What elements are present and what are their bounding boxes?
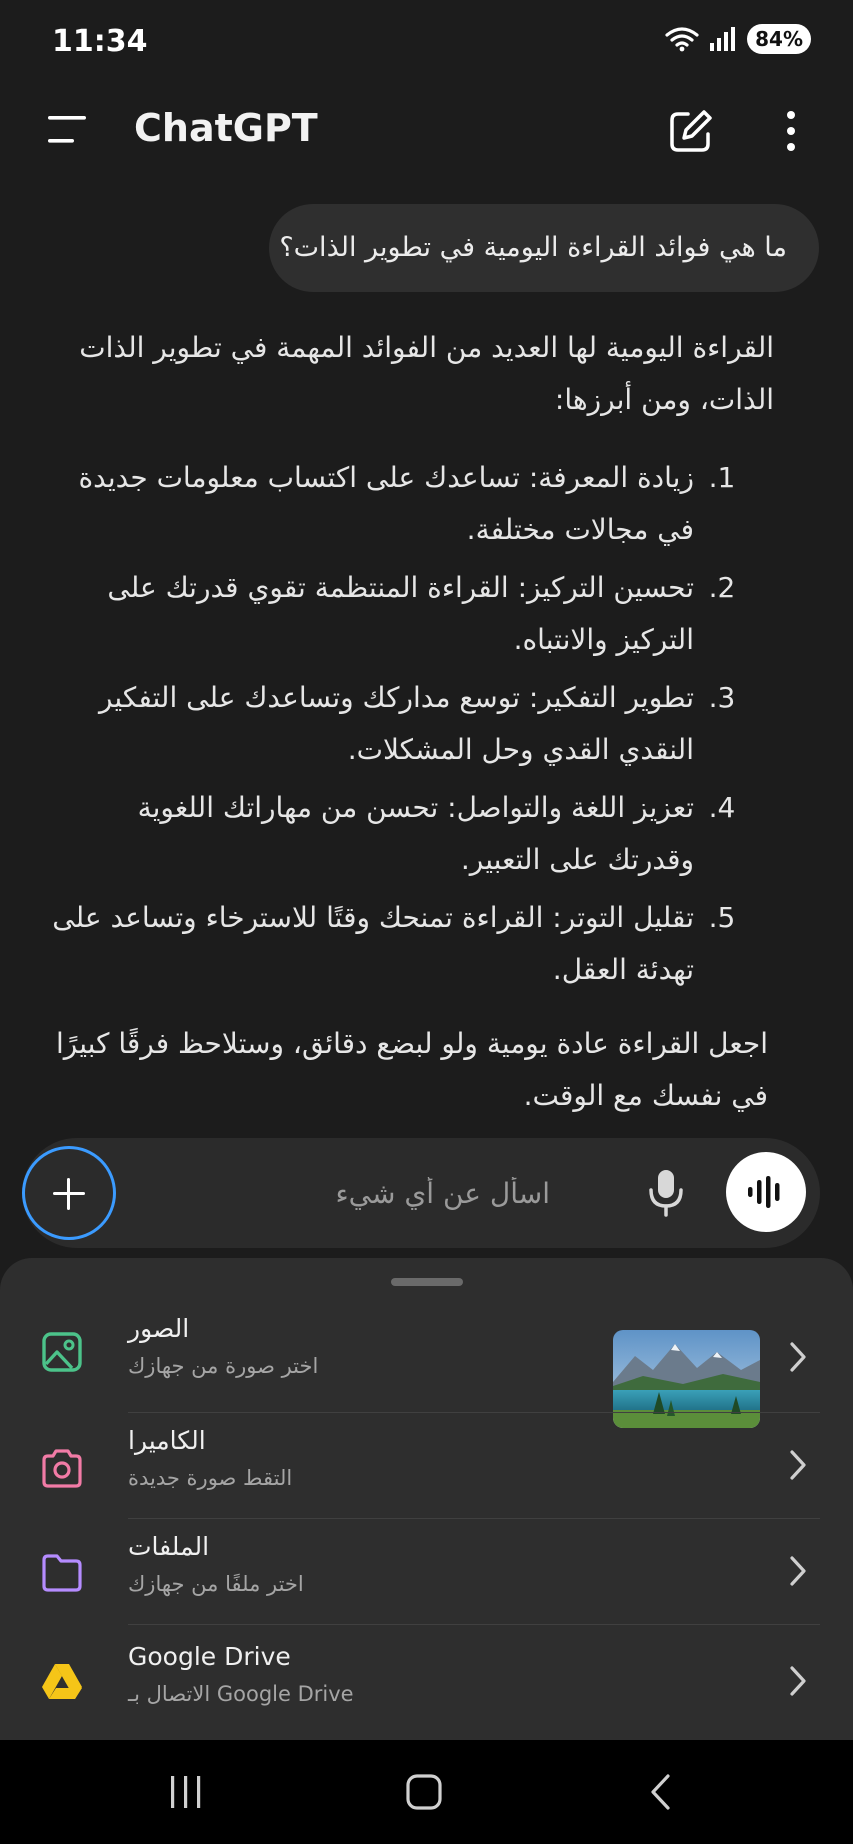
attachment-sheet: الصور اختر صورة من جهازك الكاميرا التقط … (0, 1258, 853, 1740)
microphone-icon[interactable] (646, 1168, 686, 1218)
signal-icon (710, 27, 736, 51)
system-navigation-bar (0, 1740, 853, 1844)
sheet-item-title: الصور (128, 1314, 190, 1343)
sheet-item-files[interactable]: الملفات اختر ملفًا من جهازك (0, 1518, 853, 1624)
list-item-text: زيادة المعرفة: تساعدك على اكتساب معلومات… (78, 461, 695, 546)
battery-indicator: 84% (747, 24, 811, 54)
list-item: 2. تحسين التركيز: القراءة المنتظمة تقوي … (50, 562, 750, 666)
more-options-icon[interactable] (776, 106, 806, 156)
list-item: 1. زيادة المعرفة: تساعدك على اكتساب معلو… (50, 452, 750, 556)
home-icon[interactable] (405, 1773, 443, 1811)
app-bar: ChatGPT (0, 86, 853, 174)
recents-icon[interactable] (168, 1774, 204, 1810)
camera-icon (42, 1449, 82, 1488)
chevron-right-icon (790, 1556, 806, 1586)
status-icons: 84% (665, 24, 811, 54)
list-item-number: 2. (708, 571, 736, 604)
google-drive-icon (42, 1664, 82, 1699)
list-item-text: تقليل التوتر: القراءة تمنحك وقتًا للاستر… (52, 901, 694, 986)
folder-icon (42, 1554, 82, 1592)
attach-button[interactable] (22, 1146, 116, 1240)
sheet-drag-handle[interactable] (391, 1278, 463, 1286)
sheet-item-subtitle: اختر صورة من جهازك (128, 1354, 319, 1378)
sheet-item-title: Google Drive (128, 1642, 291, 1671)
list-item-text: تحسين التركيز: القراءة المنتظمة تقوي قدر… (107, 571, 694, 656)
list-item: 5. تقليل التوتر: القراءة تمنحك وقتًا للا… (50, 892, 750, 996)
assistant-points-list: 1. زيادة المعرفة: تساعدك على اكتساب معلو… (50, 452, 750, 1002)
image-icon (42, 1332, 82, 1372)
user-message-bubble: ما هي فوائد القراءة اليومية في تطوير الذ… (269, 204, 819, 292)
status-bar: 11:34 84% (0, 0, 853, 86)
list-item-number: 4. (708, 791, 736, 824)
sheet-item-google-drive[interactable]: Google Drive الاتصال بـ Google Drive (0, 1624, 853, 1734)
new-chat-icon[interactable] (666, 106, 716, 156)
back-icon[interactable] (648, 1773, 674, 1811)
chevron-right-icon (790, 1450, 806, 1480)
sheet-item-title: الكاميرا (128, 1426, 206, 1455)
sheet-item-photos[interactable]: الصور اختر صورة من جهازك (0, 1288, 853, 1428)
sheet-item-subtitle: الاتصال بـ Google Drive (128, 1682, 354, 1706)
voice-waveform-icon (748, 1176, 780, 1208)
voice-mode-button[interactable] (726, 1152, 806, 1232)
sheet-item-subtitle: اختر ملفًا من جهازك (128, 1572, 304, 1596)
chevron-right-icon (790, 1666, 806, 1696)
list-item: 3. تطوير التفكير: توسع مداركك وتساعدك عل… (50, 672, 750, 776)
list-item-number: 3. (708, 681, 736, 714)
app-title: ChatGPT (134, 106, 318, 150)
menu-icon[interactable] (46, 112, 90, 148)
wifi-icon (665, 27, 699, 52)
sheet-item-subtitle: التقط صورة جديدة (128, 1466, 293, 1490)
list-item-number: 1. (708, 461, 736, 494)
screen: 11:34 84% ChatGPT ما هي فوائد القراءة ال… (0, 0, 853, 1844)
list-item-number: 5. (708, 901, 736, 934)
sheet-item-title: الملفات (128, 1532, 210, 1561)
status-time: 11:34 (52, 24, 148, 59)
message-input[interactable] (130, 1166, 550, 1220)
sheet-item-camera[interactable]: الكاميرا التقط صورة جديدة (0, 1412, 853, 1518)
assistant-intro: القراءة اليومية لها العديد من الفوائد ال… (79, 331, 774, 416)
list-item-text: تطوير التفكير: توسع مداركك وتساعدك على ا… (98, 681, 694, 766)
chevron-right-icon (790, 1342, 806, 1372)
message-composer (22, 1138, 820, 1248)
list-item: 4. تعزيز اللغة والتواصل: تحسن من مهاراتك… (50, 782, 750, 886)
assistant-outro: اجعل القراءة عادة يومية ولو لبضع دقائق، … (55, 1027, 768, 1112)
list-item-text: تعزيز اللغة والتواصل: تحسن من مهاراتك ال… (137, 791, 694, 876)
